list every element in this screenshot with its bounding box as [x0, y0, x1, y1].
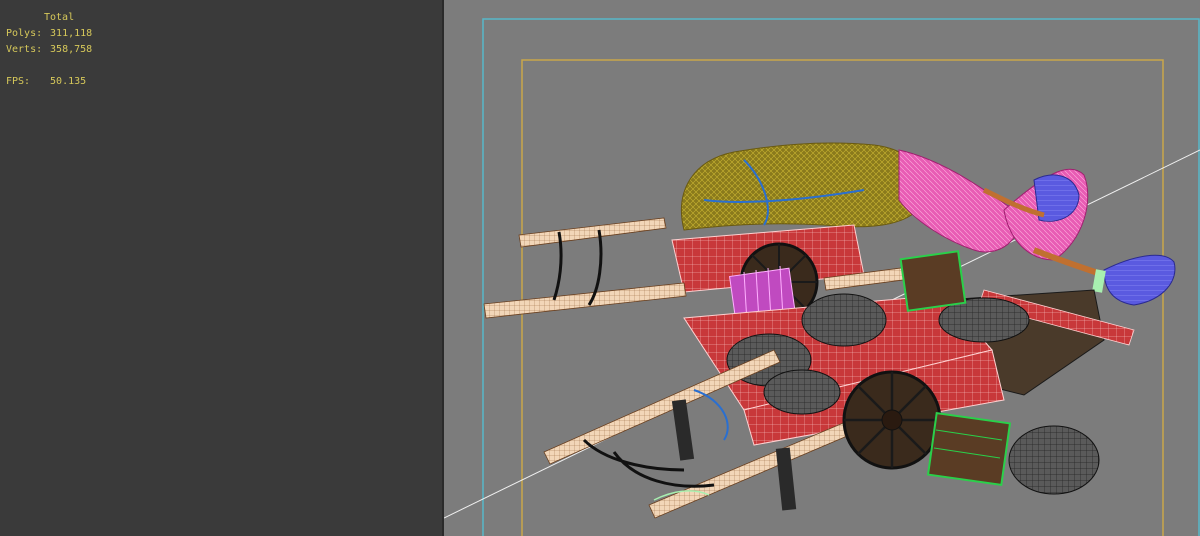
- viewport-canvas[interactable]: [444, 0, 1200, 536]
- broom-blue-2[interactable]: [1103, 254, 1176, 306]
- verts-label: Verts:: [6, 44, 43, 55]
- 3d-viewport[interactable]: [444, 0, 1200, 536]
- verts-value: 358,758: [50, 44, 93, 55]
- viewport-statistics: Total Polys: 311,118 Verts: 358,758 FPS:…: [6, 10, 92, 90]
- stats-header: Total: [44, 12, 75, 23]
- crate-green-back[interactable]: [899, 250, 967, 312]
- rear-pole-upper[interactable]: [518, 217, 667, 248]
- polys-label: Polys:: [6, 28, 43, 39]
- fps-row: FPS: 50.135: [6, 74, 92, 90]
- fps-value: 50.135: [50, 76, 87, 87]
- statistics-panel: Total Polys: 311,118 Verts: 358,758 FPS:…: [0, 0, 442, 536]
- verts-row: Verts: 358,758: [6, 42, 92, 58]
- fps-label: FPS:: [6, 76, 31, 87]
- hay-load[interactable]: [680, 142, 926, 231]
- sack-5[interactable]: [1008, 425, 1100, 495]
- broom-pink[interactable]: [898, 149, 1019, 253]
- rear-pole-lower[interactable]: [483, 282, 687, 319]
- polys-value: 311,118: [50, 28, 93, 39]
- polys-row: Polys: 311,118: [6, 26, 92, 42]
- sack-2[interactable]: [801, 293, 887, 347]
- sack-3[interactable]: [763, 369, 841, 415]
